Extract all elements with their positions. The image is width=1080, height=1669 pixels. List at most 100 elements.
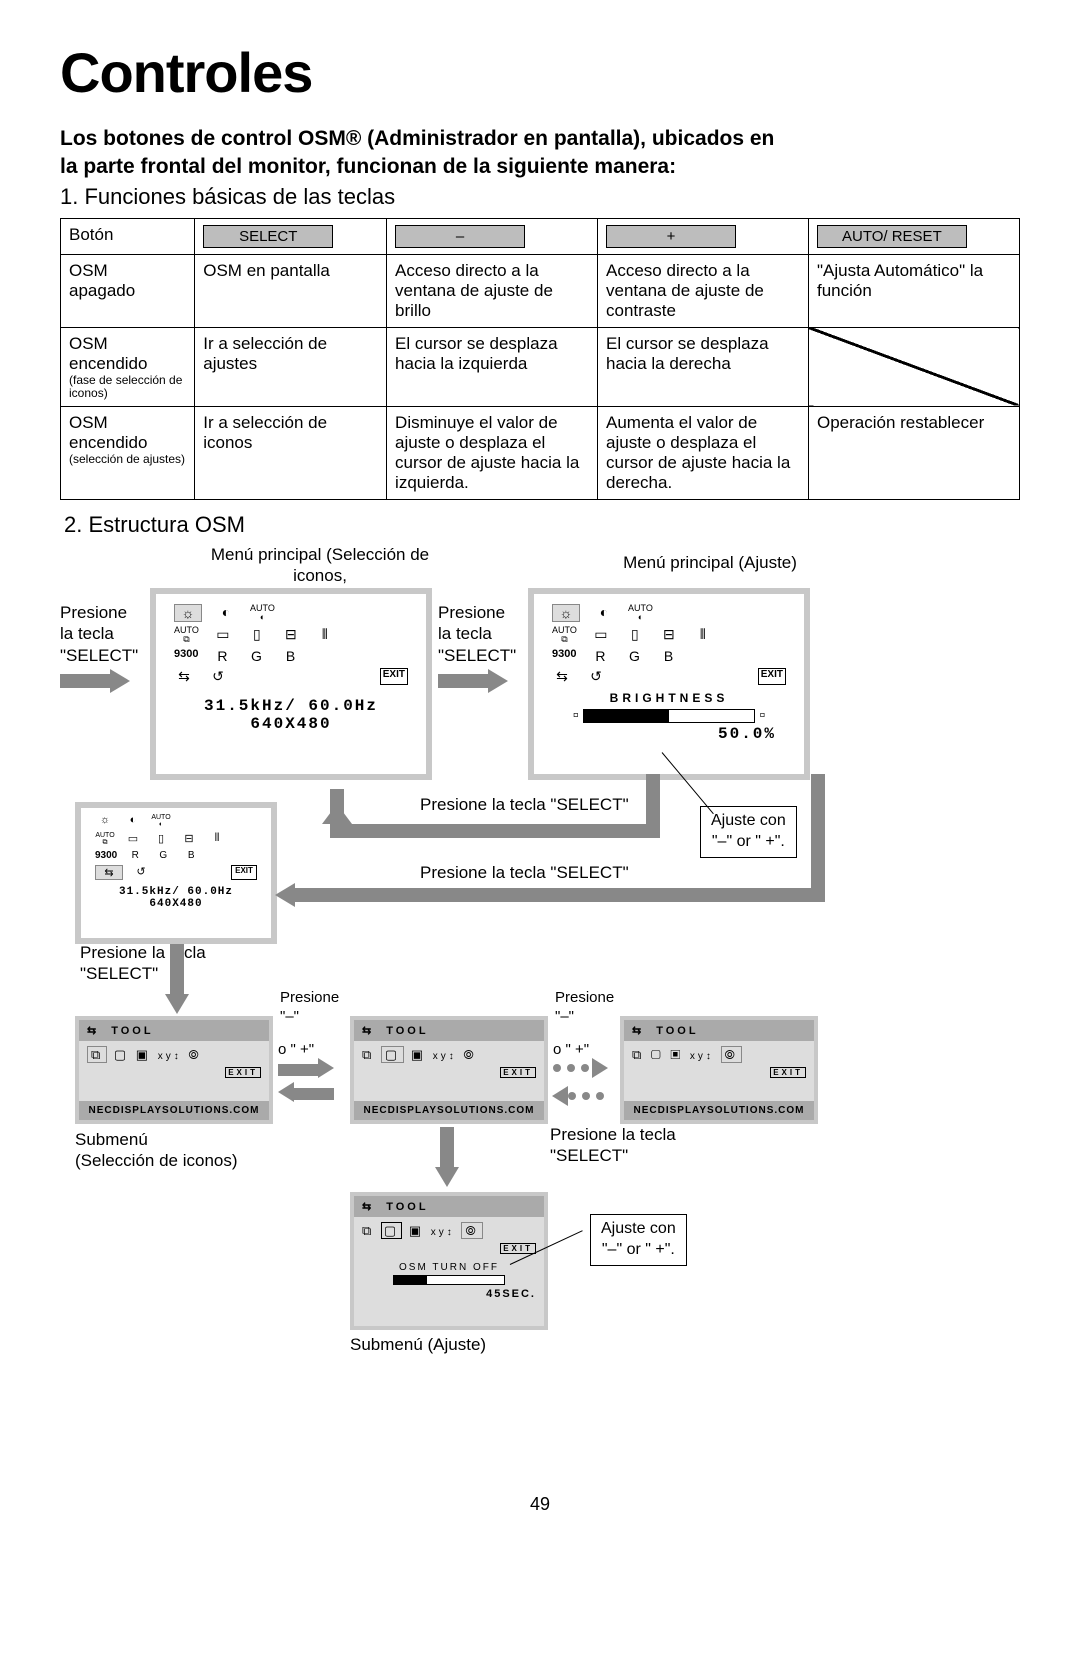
hsize-icon: ⊟	[659, 626, 679, 644]
callout-adjust-1: Ajuste con "–" or " +".	[700, 806, 797, 858]
vpos-icon: ▯	[247, 626, 267, 644]
osd-res: 640X480	[164, 715, 418, 733]
osd-tool-1: ⇆TOOL ⧉ ▢ ▣ xy↕ ⦾EXIT NECDISPLAYSOLUTION…	[75, 1016, 273, 1124]
brightness-icon: ☼	[174, 604, 202, 622]
colortemp-9300: 9300	[552, 648, 576, 664]
lbl-or-plus-1: o " +"	[278, 1041, 314, 1060]
cell-r1c1: OSM en pantalla	[195, 254, 387, 327]
reset-icon: ↺	[586, 668, 606, 685]
lbl-or-plus-2: o " +"	[553, 1041, 589, 1060]
reset-icon: ↺	[208, 668, 228, 685]
lbl-press-select-6: Presione la tecla"SELECT"	[550, 1124, 676, 1167]
cell-r1c0: OSMapagado	[61, 254, 195, 327]
toggle-icon: ⇆	[552, 668, 572, 685]
contrast-icon: ◐	[216, 604, 236, 622]
controls-table: Botón SELECT – + AUTO/ RESET OSMapagado …	[60, 218, 1020, 500]
autopos-icon: AUTO⧉	[552, 626, 577, 644]
lbl-press-minus-1: Presione "–"	[280, 989, 339, 1027]
tool-adjust-value: 45SEC.	[362, 1288, 536, 1300]
hpos-icon: ▭	[213, 626, 233, 644]
arrow-icon	[488, 669, 508, 693]
arrow-icon	[592, 1058, 608, 1078]
lbl-press-select-2: Presione la tecla "SELECT"	[438, 602, 518, 666]
autocontrast-icon: AUTO◐	[628, 604, 653, 622]
lbl-press-select-4: Presione la tecla "SELECT"	[420, 862, 629, 883]
hpos-icon: ▭	[591, 626, 611, 644]
cell-r2c1: Ir a selección de ajustes	[195, 327, 387, 406]
callout-adjust-2: Ajuste con "–" or " +".	[590, 1214, 687, 1266]
arrow-icon	[110, 669, 130, 693]
r3c0-main: OSM encendido	[69, 413, 147, 452]
osd-tool-3: ⇆TOOL ⧉ ▢ ▣ xy↕ ⦾EXIT NECDISPLAYSOLUTION…	[620, 1016, 818, 1124]
section-2-heading: 2. Estructura OSM	[64, 512, 1020, 538]
row-osm-off: OSMapagado OSM en pantalla Acceso direct…	[61, 254, 1020, 327]
intro-line-1: Los botones de control OSM® (Administrad…	[60, 127, 774, 150]
cell-r2c4-na	[808, 327, 1019, 406]
cell-r1c4: "Ajusta Automático" la función	[808, 254, 1019, 327]
arrow-icon	[435, 1167, 459, 1187]
cell-r2c2: El cursor se desplaza hacia la izquierda	[387, 327, 598, 406]
btn-minus: –	[395, 225, 525, 248]
color-r: R	[590, 648, 610, 664]
exit-icon: EXIT	[380, 668, 408, 685]
lbl-press-minus-2: Presione "–"	[555, 989, 614, 1027]
page-title: Controles	[60, 40, 1020, 105]
vpos-icon: ▯	[625, 626, 645, 644]
color-g: G	[246, 648, 266, 664]
osd-main-adjust: ☼◐AUTO◐ AUTO⧉▭▯⊟⦀ 9300RGB ⇆↺EXIT BRIGHTN…	[528, 588, 810, 780]
cell-r3c4: Operación restablecer	[808, 407, 1019, 500]
color-b: B	[658, 648, 678, 664]
osd-small: ☼◐AUTO◐ AUTO⧉▭▯⊟⦀ 9300RGB ⇆↺EXIT 31.5kHz…	[75, 802, 277, 944]
autocontrast-icon: AUTO◐	[250, 604, 275, 622]
cell-r1c3: Acceso directo a la ventana de ajuste de…	[598, 254, 809, 327]
cell-r3c0: OSM encendido(selección de ajustes)	[61, 407, 195, 500]
exit-icon: EXIT	[758, 668, 786, 685]
th-plus: +	[598, 218, 809, 254]
r3c0-sub: (selección de ajustes)	[69, 453, 186, 466]
th-auto: AUTO/ RESET	[808, 218, 1019, 254]
autopos-icon: AUTO⧉	[174, 626, 199, 644]
osd-main-icons: ☼ ◐ AUTO◐ AUTO⧉ ▭ ▯ ⊟ ⦀ 9300 RGB ⇆ ↺ EXIT 31.5kHz…	[150, 588, 432, 780]
color-r: R	[212, 648, 232, 664]
dots-icon	[553, 1064, 589, 1072]
btn-select: SELECT	[203, 225, 333, 248]
r2c0-main: OSM encendido	[69, 334, 147, 373]
brightness-label: BRIGHTNESS	[542, 691, 796, 705]
lbl-press-select-1: Presione la tecla "SELECT"	[60, 602, 140, 666]
lbl-sub-adjust: Submenú (Ajuste)	[350, 1334, 486, 1355]
th-select: SELECT	[195, 218, 387, 254]
color-g: G	[624, 648, 644, 664]
lbl-sub-icons: Submenú (Selección de iconos)	[75, 1129, 238, 1172]
th-boton: Botón	[61, 218, 195, 254]
intro-line-2: la parte frontal del monitor, funcionan …	[60, 155, 676, 178]
cell-r3c3: Aumenta el valor de ajuste o desplaza el…	[598, 407, 809, 500]
fine-icon: ⦀	[315, 626, 335, 644]
intro-text: Los botones de control OSM® (Administrad…	[60, 125, 1020, 182]
cell-r3c1: Ir a selección de iconos	[195, 407, 387, 500]
dots-icon	[568, 1092, 604, 1100]
osd-freq: 31.5kHz/ 60.0Hz	[164, 697, 418, 715]
toggle-icon: ⇆	[174, 668, 194, 685]
arrow-icon	[278, 1082, 294, 1102]
osd-tool-2: ⇆TOOL ⧉ ▢ ▣ xy↕ ⦾EXIT NECDISPLAYSOLUTION…	[350, 1016, 548, 1124]
osm-structure-diagram: Menú principal (Selección de iconos, Ent…	[60, 544, 1020, 1484]
brightness-icon: ☼	[552, 604, 580, 622]
row-osm-on-icons: OSM encendido(fase de selección de icono…	[61, 327, 1020, 406]
color-b: B	[280, 648, 300, 664]
btn-plus: +	[606, 225, 736, 248]
btn-auto: AUTO/ RESET	[817, 225, 967, 248]
fine-icon: ⦀	[693, 626, 713, 644]
lbl-press-select-3: Presione la tecla "SELECT"	[420, 794, 629, 815]
cell-r2c3: El cursor se desplaza hacia la derecha	[598, 327, 809, 406]
lbl-main-adjust: Menú principal (Ajuste)	[590, 552, 830, 573]
arrow-icon	[552, 1086, 568, 1106]
colortemp-9300: 9300	[174, 648, 198, 664]
arrow-icon	[165, 994, 189, 1014]
arrow-icon	[318, 1058, 334, 1078]
brightness-value: 50.0%	[542, 725, 796, 743]
brightness-bar	[583, 709, 755, 723]
cell-r2c0: OSM encendido(fase de selección de icono…	[61, 327, 195, 406]
hsize-icon: ⊟	[281, 626, 301, 644]
cell-r3c2: Disminuye el valor de ajuste o desplaza …	[387, 407, 598, 500]
page-number: 49	[60, 1494, 1020, 1515]
